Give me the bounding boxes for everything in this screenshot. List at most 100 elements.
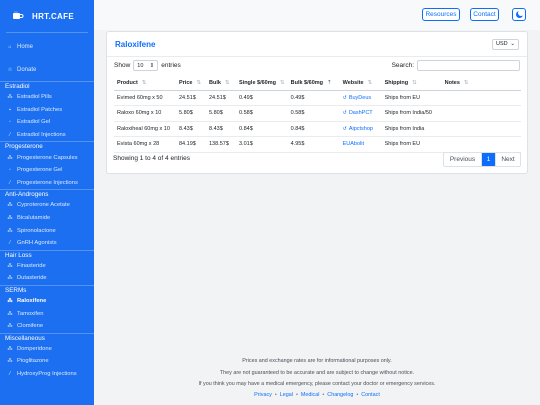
theme-toggle-button[interactable] [512, 8, 526, 21]
pills-icon: ⁂ [7, 323, 13, 330]
pills-icon: ⁂ [7, 215, 13, 222]
footer-link-changelog[interactable]: Changelog [327, 392, 353, 398]
column-bulk-per-60mg[interactable]: Bulk $/60mg ⇡ [287, 76, 340, 91]
sidebar-item-gnrh-agonists[interactable]: ⁄ GnRH Agonists [0, 237, 94, 250]
sidebar-item-label: Finasteride [17, 262, 46, 269]
column-label: Price [179, 79, 193, 86]
cell-single-per-60mg: 0.49$ [236, 90, 288, 106]
sidebar-item-raloxifene[interactable]: ⁂ Raloxifene [0, 295, 94, 308]
cell-bulk: 5.80$ [206, 105, 236, 122]
sidebar-item-home[interactable]: ⌂ Home [0, 35, 94, 58]
sidebar-item-clomifene[interactable]: ⁂ Clomifene [0, 320, 94, 333]
sidebar-item-tamoxifen[interactable]: ⁂ Tamoxifen [0, 307, 94, 320]
next-page-button[interactable]: Next [495, 153, 520, 166]
coffee-cup-icon [12, 11, 24, 21]
sidebar-item-bicalutamide[interactable]: ⁂ Bicalutamide [0, 212, 94, 225]
column-website[interactable]: Website ⇅ [339, 76, 382, 91]
column-single-per-60mg[interactable]: Single $/60mg ⇅ [236, 76, 288, 91]
table-row: Evimed 60mg x 50 24.51$ 24.51$ 0.49$ 0.4… [114, 90, 521, 106]
footer-link-legal[interactable]: Legal [280, 392, 293, 398]
resources-button[interactable]: Resources [422, 8, 460, 21]
cell-website[interactable]: ↺ Aipctshop [339, 121, 382, 137]
cell-single-per-60mg: 0.84$ [236, 121, 288, 137]
sidebar-item-spironolactone[interactable]: ⁂ Spironolactone [0, 224, 94, 237]
brand[interactable]: HRT.CAFE [0, 0, 94, 32]
footer-disclaimer-2: They are not guaranteed to be accurate a… [219, 370, 415, 376]
page-title: Raloxifene [115, 39, 156, 49]
cell-website[interactable]: EUAbolit [339, 136, 382, 153]
footer-link-contact[interactable]: Contact [361, 392, 380, 398]
column-product[interactable]: Product ⇅ [114, 76, 176, 91]
history-link-icon: ↺ [342, 110, 347, 117]
sort-icon: ⇅ [463, 79, 469, 86]
column-bulk[interactable]: Bulk ⇅ [206, 76, 236, 91]
footer-link-privacy[interactable]: Privacy [254, 392, 272, 398]
syringe-icon: ⁄ [9, 240, 11, 247]
separator: • [274, 392, 277, 398]
website-link[interactable]: EUAbolit [343, 141, 364, 147]
sidebar-item-estradiol-injections[interactable]: ⁄ Estradiol Injections [0, 129, 94, 142]
sidebar-item-progesterone-gel[interactable]: ▫ Progesterone Gel [0, 164, 94, 177]
sidebar-item-estradiol-pills[interactable]: ⁂ Estradiol Pills [0, 91, 94, 104]
sidebar-item-cyproterone-acetate[interactable]: ⁂ Cyproterone Acetate [0, 199, 94, 212]
sidebar-item-estradiol-gel[interactable]: ▫ Estradiol Gel [0, 116, 94, 129]
table-row: Raloxo 60mg x 10 5.80$ 5.80$ 0.58$ 0.58$… [114, 105, 521, 122]
sidebar-item-progesterone-capsules[interactable]: ⁂ Progesterone Capsules [0, 151, 94, 164]
sidebar-item-domperidone[interactable]: ⁂ Domperidone [0, 343, 94, 356]
sidebar-item-label: Estradiol Injections [17, 132, 66, 139]
gel-icon: ▫ [9, 119, 11, 126]
sidebar-item-progesterone-injections[interactable]: ⁄ Progesterone Injections [0, 177, 94, 190]
footer-link-medical[interactable]: Medical [301, 392, 320, 398]
cell-website[interactable]: ↺ BuyDeus [339, 90, 382, 106]
section-anti-androgens: Anti-Androgens [0, 189, 94, 199]
previous-page-button[interactable]: Previous [444, 153, 482, 166]
section-progesterone: Progesterone [0, 141, 94, 151]
divider [6, 32, 88, 33]
sidebar-item-hydroxyprog-injections[interactable]: ⁄ HydroxyProg Injections [0, 368, 94, 381]
gel-icon: ▫ [9, 167, 11, 174]
website-link[interactable]: Aipctshop [349, 126, 373, 132]
sidebar-item-finasteride[interactable]: ⁂ Finasteride [0, 260, 94, 273]
sidebar-item-label: Pioglitazone [17, 358, 49, 365]
table-row: Raloxiheal 60mg x 10 8.43$ 8.43$ 0.84$ 0… [114, 121, 521, 137]
currency-select[interactable]: USD ⌄ [492, 38, 519, 50]
sidebar-item-pioglitazone[interactable]: ⁂ Pioglitazone [0, 355, 94, 368]
pills-icon: ⁂ [7, 358, 13, 365]
sort-icon: ⇅ [412, 79, 417, 86]
cell-bulk: 24.51$ [206, 90, 236, 106]
column-price[interactable]: Price ⇅ [176, 76, 206, 91]
syringe-icon: ⁄ [9, 370, 11, 377]
sidebar-item-dutasteride[interactable]: ⁂ Dutasteride [0, 272, 94, 285]
capsule-icon: ⁂ [7, 154, 13, 161]
section-estradiol: Estradiol [0, 81, 94, 91]
website-link[interactable]: BuyDeus [349, 95, 371, 101]
cell-notes [441, 105, 521, 122]
column-label: Shipping [384, 79, 409, 86]
column-label: Product [117, 79, 138, 86]
column-notes[interactable]: Notes ⇅ [441, 76, 521, 91]
table-info: Showing 1 to 4 of 4 entries [113, 155, 190, 162]
sidebar-item-label: Domperidone [17, 345, 52, 352]
sidebar: HRT.CAFE ⌂ Home ♲ Donate Estradiol ⁂ Estr… [0, 0, 94, 405]
patch-icon: ▪ [9, 106, 11, 113]
sort-icon: ⇅ [367, 79, 373, 86]
website-link[interactable]: DashPCT [349, 110, 373, 116]
sidebar-item-estradiol-patches[interactable]: ▪ Estradiol Patches [0, 104, 94, 117]
home-icon: ⌂ [8, 43, 12, 50]
pills-icon: ⁂ [7, 94, 13, 101]
section-serms: SERMs [0, 284, 94, 295]
cell-website[interactable]: ↺ DashPCT [339, 105, 382, 122]
contact-button[interactable]: Contact [470, 8, 499, 21]
sidebar-item-label: Clomifene [17, 323, 44, 330]
column-shipping[interactable]: Shipping ⇅ [381, 76, 442, 91]
sidebar-item-label: Donate [17, 66, 37, 73]
page-length-select[interactable]: 10 ⇕ [133, 60, 159, 71]
search-input[interactable] [417, 60, 520, 71]
sidebar-item-label: Tamoxifen [17, 310, 44, 317]
page-1-button[interactable]: 1 [482, 153, 495, 166]
section-hair-loss: Hair Loss [0, 249, 94, 260]
column-label: Single $/60mg [239, 79, 276, 86]
sidebar-item-donate[interactable]: ♲ Donate [0, 58, 94, 81]
sidebar-item-label: HydroxyProg Injections [17, 370, 77, 377]
cell-bulk-per-60mg: 0.49$ [287, 90, 340, 106]
